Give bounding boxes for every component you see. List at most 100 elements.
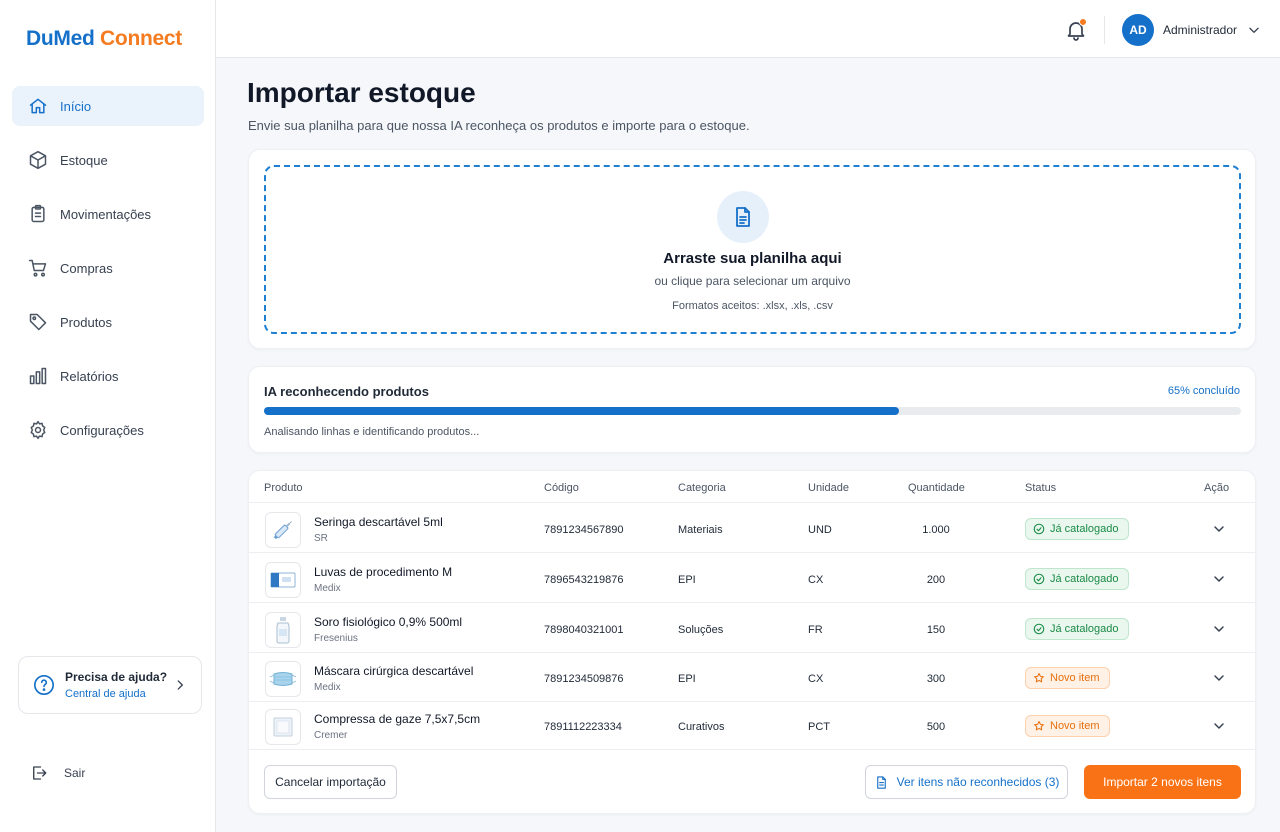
product-unit: CX <box>808 574 824 586</box>
clipboard-icon <box>28 204 48 224</box>
brand-logo[interactable]: DuMed Connect <box>26 27 182 51</box>
header-quantity: Quantidade <box>908 482 965 494</box>
status-badge: Já catalogado <box>1025 618 1129 640</box>
row-expand-chevron-icon[interactable] <box>1211 670 1227 686</box>
progress-status: Analisando linhas e identificando produt… <box>264 426 480 438</box>
page-title: Importar estoque <box>247 77 476 108</box>
progress-percent: 65% concluído <box>1167 385 1240 397</box>
header-status: Status <box>1025 482 1057 494</box>
notification-bell-icon[interactable] <box>1064 18 1088 42</box>
check-circle-icon <box>1033 573 1050 585</box>
row-expand-chevron-icon[interactable] <box>1211 571 1227 587</box>
product-name: Soro fisiológico 0,9% 500ml <box>314 615 463 629</box>
progress-card: IA reconhecendo produtos 65% concluído A… <box>248 366 1256 453</box>
sidebar-item-relatorios[interactable]: Relatórios <box>12 356 204 396</box>
file-icon <box>717 191 769 243</box>
status-label: Já catalogado <box>1050 623 1119 635</box>
row-expand-chevron-icon[interactable] <box>1211 621 1227 637</box>
sidebar-item-movimentacoes[interactable]: Movimentações <box>12 194 204 234</box>
product-thumbnail <box>265 612 301 648</box>
help-link[interactable]: Central de ajuda <box>65 688 167 700</box>
sidebar-item-label: Início <box>60 98 92 114</box>
star-icon <box>1033 720 1050 732</box>
view-unrecognized-button[interactable]: Ver itens não reconhecidos (3) <box>865 765 1068 799</box>
user-name: Administrador <box>1163 23 1238 37</box>
sidebar-item-label: Compras <box>60 260 113 276</box>
product-thumbnail <box>265 661 301 697</box>
product-thumbnail <box>265 562 301 598</box>
avatar: AD <box>1122 14 1154 46</box>
product-category: Materiais <box>678 524 723 536</box>
topbar: AD Administrador <box>216 0 1280 58</box>
product-unit: FR <box>808 624 823 636</box>
status-badge: Já catalogado <box>1025 518 1129 540</box>
logout-button[interactable]: Sair <box>30 764 85 782</box>
table-row: Soro fisiológico 0,9% 500ml Fresenius 7898… <box>249 604 1255 653</box>
cancel-import-button[interactable]: Cancelar importação <box>264 765 397 799</box>
product-thumbnail <box>265 709 301 745</box>
product-category: Curativos <box>678 721 725 733</box>
check-circle-icon <box>1033 523 1050 535</box>
product-code: 7891234567890 <box>544 524 624 536</box>
product-name: Luvas de procedimento M <box>314 565 453 579</box>
product-quantity: 200 <box>926 574 946 586</box>
product-name: Máscara cirúrgica descartável <box>314 664 474 678</box>
sidebar-item-compras[interactable]: Compras <box>12 248 204 288</box>
user-menu[interactable]: AD Administrador <box>1122 14 1261 46</box>
home-icon <box>28 96 48 116</box>
sidebar-item-inicio[interactable]: Início <box>12 86 204 126</box>
status-badge: Novo item <box>1025 667 1110 689</box>
sidebar-item-label: Produtos <box>60 314 113 330</box>
product-category: EPI <box>678 574 696 586</box>
product-quantity: 500 <box>926 721 946 733</box>
product-name: Seringa descartável 5ml <box>314 515 443 529</box>
product-category: Soluções <box>678 624 724 636</box>
help-card[interactable]: Precisa de ajuda? Central de ajuda <box>18 656 202 714</box>
row-expand-chevron-icon[interactable] <box>1211 718 1227 734</box>
product-code: 7891112223334 <box>544 721 622 733</box>
header-unit: Unidade <box>808 482 849 494</box>
file-dropzone[interactable]: Arraste sua planilha aqui ou clique para… <box>264 165 1241 334</box>
header-product: Produto <box>264 482 303 494</box>
sidebar-item-configuracoes[interactable]: Configurações <box>12 410 204 450</box>
topbar-divider <box>1104 16 1105 44</box>
table-row: Seringa descartável 5ml SR 7891234567890 Ma… <box>249 504 1255 553</box>
help-title: Precisa de ajuda? <box>65 670 168 684</box>
status-label: Já catalogado <box>1050 523 1119 535</box>
tag-icon <box>28 312 48 332</box>
table-row: Máscara cirúrgica descartável Medix 789123… <box>249 653 1255 702</box>
status-label: Novo item <box>1050 720 1100 732</box>
product-brand: Cremer <box>314 730 348 741</box>
product-code: 7891234509876 <box>544 673 624 685</box>
star-icon <box>1033 672 1050 684</box>
check-circle-icon <box>1033 623 1050 635</box>
progress-title: IA reconhecendo produtos <box>264 384 429 399</box>
sidebar-nav: Início Estoque Movimentações Compras Pro… <box>12 86 204 464</box>
document-list-icon <box>874 775 897 790</box>
status-label: Já catalogado <box>1050 573 1119 585</box>
table-row: Luvas de procedimento M Medix 789654321987… <box>249 554 1255 603</box>
brand-part2: Connect <box>100 27 182 50</box>
header-action: Ação <box>1204 482 1230 494</box>
sidebar-item-estoque[interactable]: Estoque <box>12 140 204 180</box>
dropzone-title: Arraste sua planilha aqui <box>663 250 842 267</box>
header-category: Categoria <box>678 482 726 494</box>
sidebar-item-produtos[interactable]: Produtos <box>12 302 204 342</box>
row-expand-chevron-icon[interactable] <box>1211 521 1227 537</box>
product-brand: Fresenius <box>314 633 358 644</box>
product-brand: Medix <box>314 682 341 693</box>
sidebar-item-label: Configurações <box>60 422 144 438</box>
dropzone-subtitle: ou clique para selecionar um arquivo <box>654 274 851 288</box>
sidebar: DuMed Connect Início Estoque Movimentaçõ… <box>0 0 216 832</box>
logout-label: Sair <box>64 766 86 780</box>
progress-bar-fill <box>264 407 900 415</box>
sidebar-item-label: Movimentações <box>60 206 152 222</box>
sidebar-item-label: Estoque <box>60 152 108 168</box>
import-new-items-button[interactable]: Importar 2 novos itens <box>1084 765 1241 799</box>
brand-part1: DuMed <box>26 27 95 50</box>
product-quantity: 1.000 <box>922 524 950 536</box>
product-name: Compressa de gaze 7,5x7,5cm <box>314 712 481 726</box>
notification-dot <box>1079 18 1087 26</box>
page-subtitle: Envie sua planilha para que nossa IA rec… <box>248 118 750 133</box>
dropzone-formats: Formatos aceitos: .xlsx, .xls, .csv <box>672 300 833 312</box>
